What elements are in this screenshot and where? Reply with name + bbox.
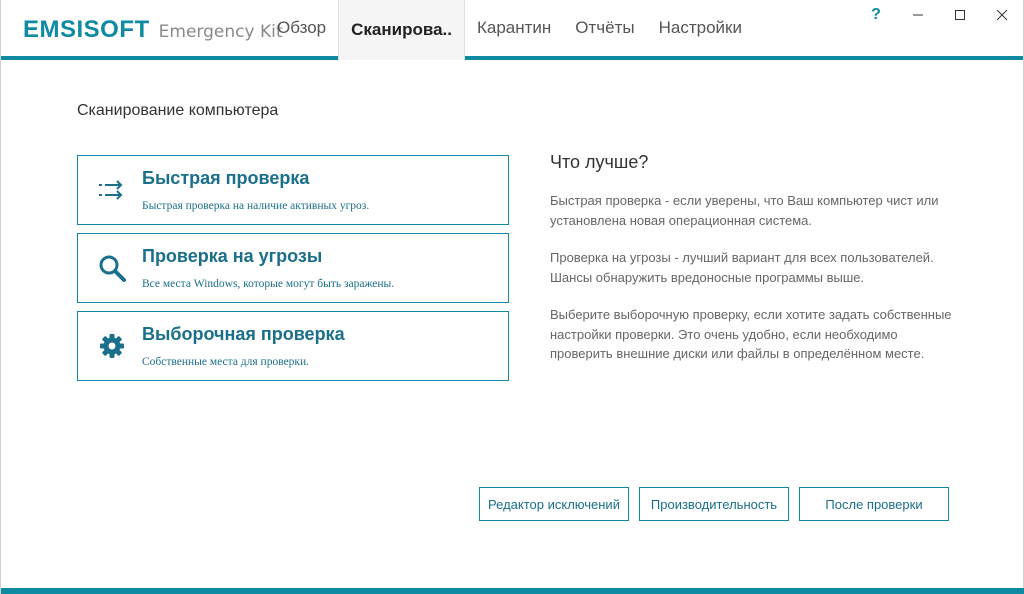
info-panel: Что лучше? Быстрая проверка - если увере… (550, 152, 960, 382)
help-button[interactable]: ? (855, 0, 897, 30)
tab-quarantine[interactable]: Карантин (465, 0, 563, 56)
logo-main: EMSISOFT (23, 16, 150, 43)
info-paragraph: Быстрая проверка - если уверены, что Ваш… (550, 193, 939, 228)
quick-scan-arrows-icon (96, 174, 128, 206)
threat-scan-option[interactable]: Проверка на угрозы Все места Windows, ко… (77, 233, 509, 303)
exclusions-editor-button[interactable]: Редактор исключений (479, 487, 629, 521)
custom-scan-option[interactable]: Выборочная проверка Собственные места дл… (77, 311, 509, 381)
quick-scan-option[interactable]: Быстрая проверка Быстрая проверка на нал… (77, 155, 509, 225)
minimize-button[interactable] (897, 0, 939, 30)
main-content: Сканирование компьютера Быстрая проверка… (1, 60, 1023, 588)
bottom-accent-bar (1, 588, 1024, 594)
quick-scan-desc: Быстрая проверка на наличие активных угр… (142, 200, 370, 212)
minimize-icon (913, 14, 923, 16)
logo-sub: Emergency Kit (158, 22, 283, 42)
window-controls: ? (855, 0, 1023, 30)
tab-settings[interactable]: Настройки (647, 0, 754, 56)
app-window: EMSISOFT Emergency Kit Обзор Сканирова..… (0, 0, 1024, 594)
performance-button[interactable]: Производительность (639, 487, 789, 521)
threat-scan-title: Проверка на угрозы (142, 246, 323, 266)
maximize-button[interactable] (939, 0, 981, 30)
info-title: Что лучше? (550, 152, 649, 172)
magnifier-icon (96, 252, 128, 284)
quick-scan-title: Быстрая проверка (142, 168, 310, 188)
info-paragraph: Выберите выборочную проверку, если хотит… (550, 307, 952, 361)
gear-icon (96, 330, 128, 362)
section-title: Сканирование компьютера (77, 102, 279, 119)
tab-reports[interactable]: Отчёты (563, 0, 646, 56)
info-paragraph: Проверка на угрозы - лучший вариант для … (550, 250, 934, 285)
threat-scan-desc: Все места Windows, которые могут быть за… (142, 278, 395, 290)
maximize-icon (955, 10, 965, 20)
custom-scan-desc: Собственные места для проверки. (142, 356, 310, 368)
header: EMSISOFT Emergency Kit Обзор Сканирова..… (1, 0, 1023, 60)
close-button[interactable] (981, 0, 1023, 30)
close-icon (996, 9, 1008, 21)
tab-scan[interactable]: Сканирова.. (338, 0, 465, 60)
after-scan-button[interactable]: После проверки (799, 487, 949, 521)
custom-scan-title: Выборочная проверка (142, 324, 345, 344)
tab-overview[interactable]: Обзор (265, 0, 338, 56)
logo: EMSISOFT Emergency Kit (23, 16, 283, 44)
tab-bar: Обзор Сканирова.. Карантин Отчёты Настро… (265, 0, 754, 60)
